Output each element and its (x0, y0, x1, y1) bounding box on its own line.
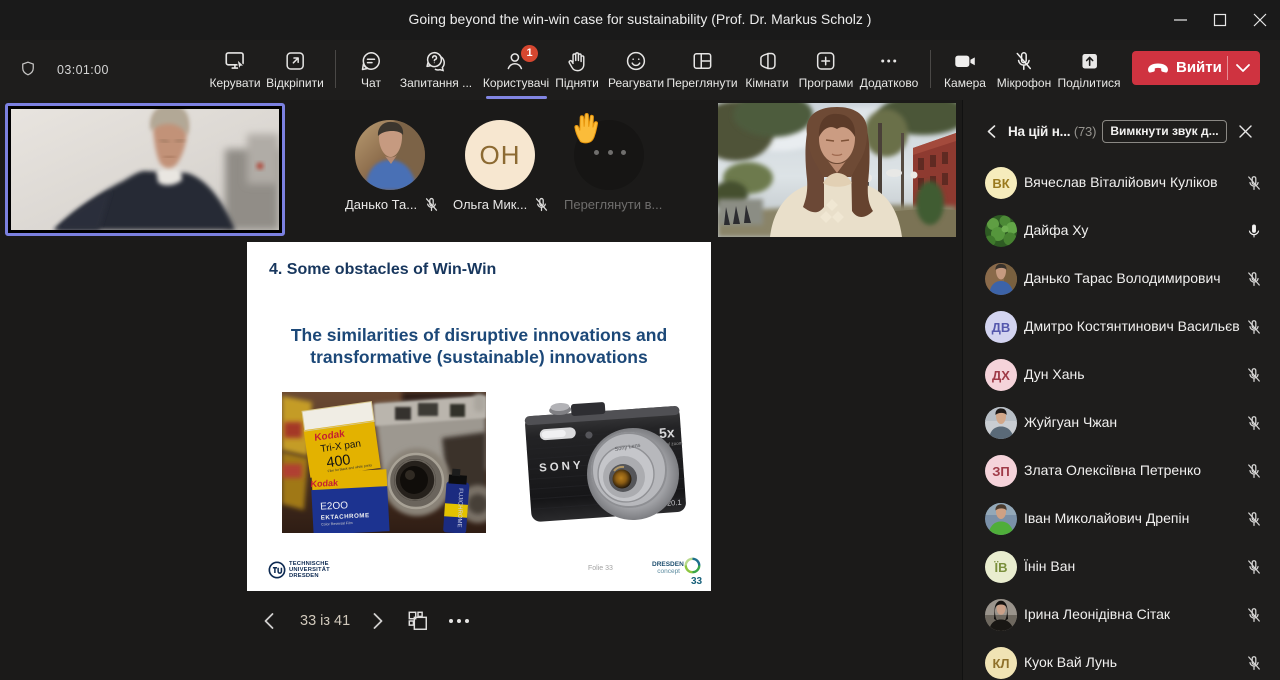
svg-text:E2OO: E2OO (320, 500, 349, 512)
svg-text:Kodak: Kodak (310, 478, 339, 490)
